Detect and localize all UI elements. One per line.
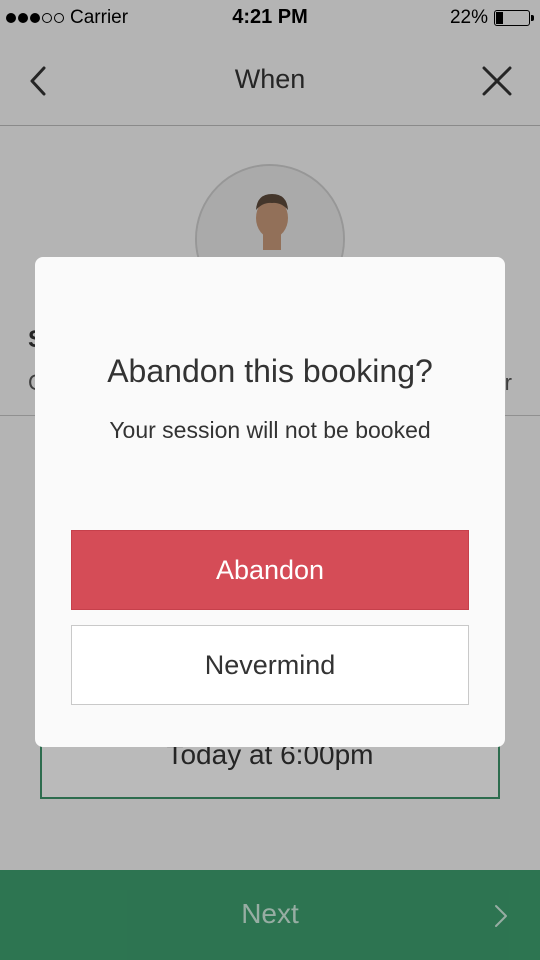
nevermind-button[interactable]: Nevermind [71, 625, 469, 705]
booking-screen: Carrier 4:21 PM 22% When S [0, 0, 540, 960]
abandon-booking-dialog: Abandon this booking? Your session will … [35, 257, 505, 747]
abandon-button[interactable]: Abandon [71, 530, 469, 610]
dialog-subtitle: Your session will not be booked [109, 417, 431, 443]
dialog-title: Abandon this booking? [107, 353, 433, 389]
